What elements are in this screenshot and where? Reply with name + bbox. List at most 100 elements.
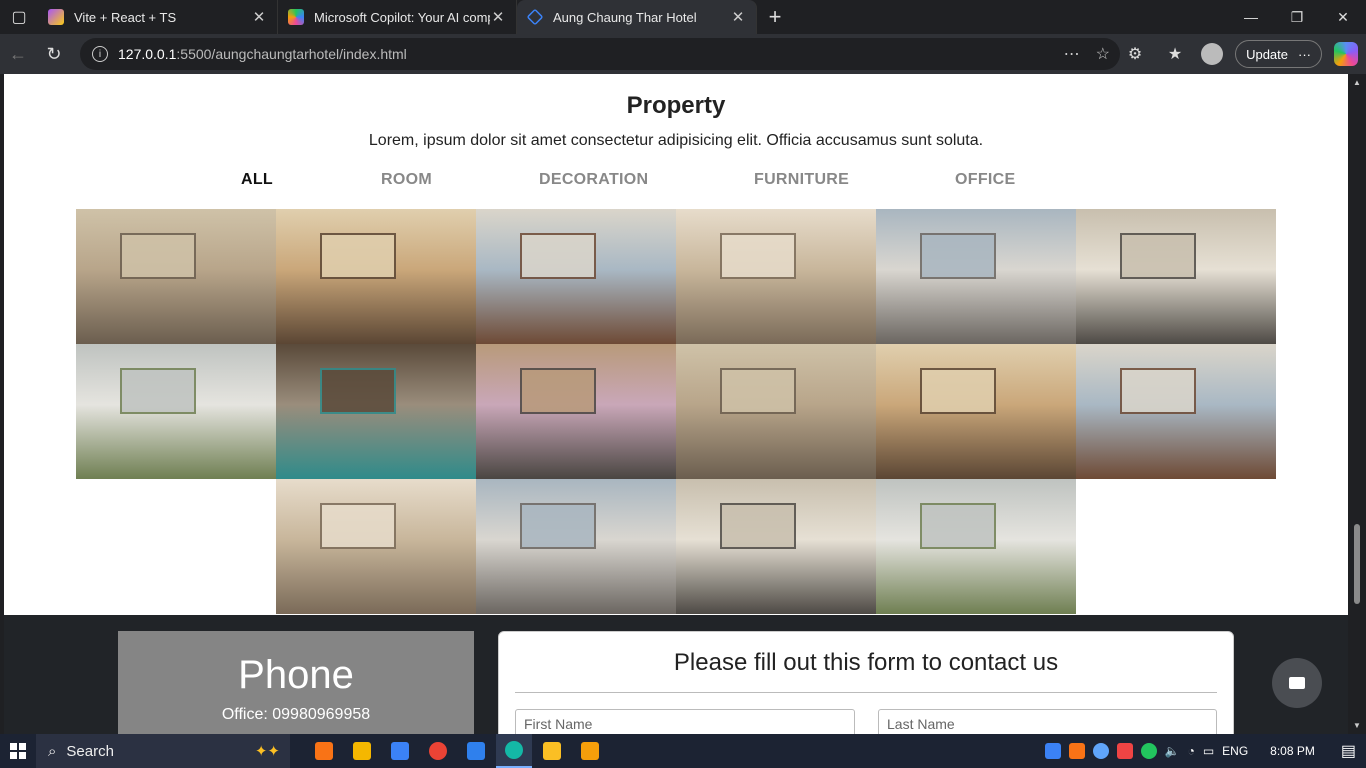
office-phone: Office: 09980969958 (221, 706, 371, 723)
tab-vite[interactable]: Vite + React + TS ✕ (38, 0, 278, 34)
update-label: Update (1246, 46, 1288, 62)
favorite-star-icon[interactable]: ☆ (1096, 44, 1110, 64)
update-button[interactable]: Update ··· (1235, 40, 1322, 68)
copilot-icon[interactable] (1334, 42, 1358, 66)
bedroom-photo[interactable] (876, 209, 1076, 344)
address-bar[interactable]: i 127.0.0.1 :5500/aungchaungtarhotel/ind… (80, 38, 1120, 70)
kitchen-bar-photo-2[interactable] (876, 344, 1076, 479)
filter-furniture[interactable]: FURNITURE (754, 171, 849, 189)
close-icon[interactable]: ✕ (730, 8, 746, 26)
browser-titlebar: ▢ Vite + React + TS ✕ Microsoft Copilot:… (0, 0, 1366, 34)
last-name-field[interactable] (878, 709, 1217, 734)
vscode-taskbar-icon[interactable] (458, 734, 494, 768)
back-icon[interactable]: ← (0, 36, 36, 72)
filter-decoration[interactable]: DECORATION (539, 171, 648, 189)
photo-detail (320, 503, 396, 550)
security-shield-taskbar-icon[interactable] (572, 734, 608, 768)
living-room-photo[interactable] (76, 209, 276, 344)
file-explorer-taskbar-icon[interactable] (534, 734, 570, 768)
chat-button[interactable] (1272, 658, 1322, 708)
close-icon[interactable]: ✕ (490, 8, 506, 26)
photo-detail (520, 503, 596, 550)
tray-app-icon[interactable] (1116, 743, 1133, 759)
close-icon[interactable]: ✕ (251, 8, 267, 26)
minimize-icon[interactable]: — (1228, 0, 1274, 34)
url-host: 127.0.0.1 (118, 46, 177, 62)
scrollbar-thumb[interactable] (1354, 524, 1360, 604)
photo-detail (520, 368, 596, 415)
page-viewport: Property Lorem, ipsum dolor sit amet con… (4, 74, 1348, 734)
windows-icon (10, 743, 26, 759)
filter-room[interactable]: ROOM (381, 171, 432, 189)
photo-detail (920, 233, 996, 280)
open-kitchen-photo[interactable] (476, 209, 676, 344)
kitchen-bar-photo[interactable] (276, 209, 476, 344)
photo-detail (320, 368, 396, 415)
restore-icon[interactable]: ❐ (1274, 0, 1320, 34)
tab-label: Aung Chaung Thar Hotel (553, 9, 697, 25)
tab-hotel[interactable]: Aung Chaung Thar Hotel ✕ (517, 0, 757, 34)
first-name-field[interactable] (515, 709, 855, 734)
photo-detail (1120, 368, 1196, 415)
lounge-photo[interactable] (676, 209, 876, 344)
url-path: :5500/aungchaungtarhotel/index.html (176, 46, 407, 62)
contact-form: Please fill out this form to contact us (498, 631, 1234, 734)
bathroom-photo[interactable] (1076, 209, 1276, 344)
phone-card: Phone Office: 09980969958 (118, 631, 474, 734)
security-icon[interactable] (1140, 743, 1157, 759)
sparkle-icon: ✦✦ (254, 743, 280, 760)
sunroom-photo-2[interactable] (876, 479, 1076, 614)
phone-title: Phone (238, 653, 354, 697)
tray-app-icon[interactable] (1068, 743, 1085, 759)
volume-icon[interactable]: 🔈 (1165, 744, 1180, 758)
tab-actions-icon[interactable]: ▢ (0, 0, 38, 34)
app-yellow-taskbar-icon[interactable] (344, 734, 380, 768)
notifications-icon[interactable]: ▤ (1341, 741, 1356, 761)
read-aloud-icon[interactable]: ⋯ (1064, 44, 1080, 64)
scroll-up-icon[interactable]: ▲ (1353, 78, 1361, 87)
clock[interactable]: 8:08 PM (1270, 744, 1315, 758)
photo-detail (320, 233, 396, 280)
refresh-icon[interactable]: ↻ (36, 36, 72, 72)
filter-tabs: ALL ROOM DECORATION FURNITURE OFFICE (4, 171, 1348, 195)
system-tray: 🔈 ◔ ▭ ENG 8:08 PM ▤ (1044, 734, 1366, 768)
scroll-down-icon[interactable]: ▼ (1353, 721, 1361, 730)
house-exterior-photo[interactable] (476, 344, 676, 479)
wifi-icon[interactable]: ◔ (1188, 744, 1195, 758)
sunroom-photo[interactable] (76, 344, 276, 479)
start-button[interactable] (0, 734, 36, 768)
app-orange-taskbar-icon[interactable] (306, 734, 342, 768)
tray-app-icon[interactable] (1044, 743, 1061, 759)
extensions-icon[interactable]: ⚙ (1121, 40, 1149, 68)
vite-icon (48, 9, 64, 25)
profile-avatar[interactable] (1201, 43, 1224, 65)
form-title: Please fill out this form to contact us (673, 649, 1059, 676)
filter-office[interactable]: OFFICE (955, 171, 1015, 189)
bathroom-photo-2[interactable] (676, 479, 876, 614)
filter-all[interactable]: ALL (241, 171, 273, 189)
battery-icon[interactable]: ▭ (1203, 744, 1214, 758)
open-kitchen-photo-2[interactable] (1076, 344, 1276, 479)
chat-icon (1289, 677, 1305, 689)
living-room-photo-2[interactable] (676, 344, 876, 479)
edge-taskbar-icon[interactable] (496, 734, 532, 768)
windows-taskbar: ⌕ Search ✦✦ 🔈 ◔ ▭ ENG 8:08 PM ▤ (0, 734, 1366, 768)
new-tab-button[interactable]: + (757, 0, 793, 34)
close-window-icon[interactable]: ✕ (1320, 0, 1366, 34)
cloud-icon[interactable] (1092, 743, 1109, 759)
photo-detail (920, 503, 996, 550)
taskbar-search[interactable]: ⌕ Search ✦✦ (36, 734, 290, 768)
lang-label[interactable]: ENG (1222, 744, 1248, 758)
billiard-room-photo[interactable] (276, 344, 476, 479)
chrome-taskbar-icon[interactable] (420, 734, 456, 768)
favorites-icon[interactable]: ★ (1161, 40, 1189, 68)
more-icon: ··· (1298, 46, 1311, 62)
photo-detail (520, 233, 596, 280)
lounge-photo-2[interactable] (276, 479, 476, 614)
search-icon: ⌕ (48, 742, 57, 760)
app-monitor-taskbar-icon[interactable] (382, 734, 418, 768)
tab-copilot[interactable]: Microsoft Copilot: Your AI compa ✕ (278, 0, 517, 34)
site-info-icon[interactable]: i (92, 46, 108, 62)
bedroom-photo-2[interactable] (476, 479, 676, 614)
page-scrollbar[interactable]: ▲ ▼ (1348, 74, 1366, 734)
